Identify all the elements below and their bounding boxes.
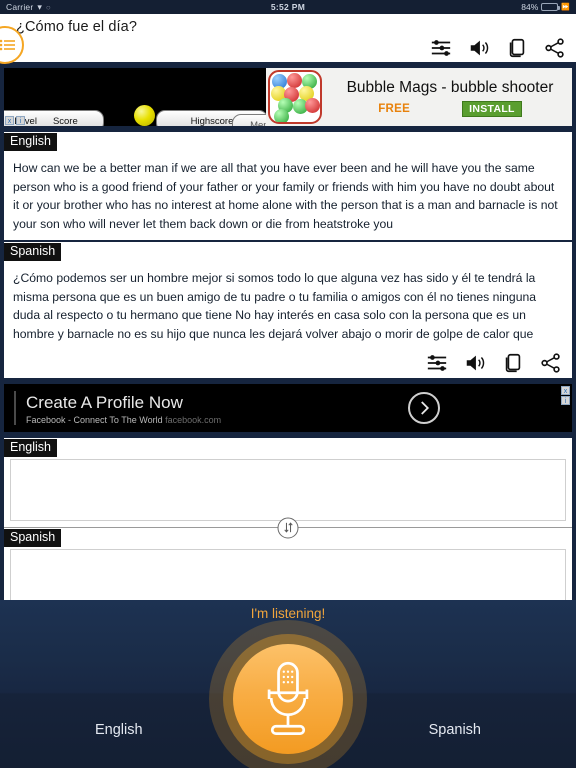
ad-game-preview: Level Score Highscore Menu x i: [4, 68, 266, 126]
ad-app-title: Bubble Mags - bubble shooter: [346, 78, 554, 96]
ad-banner-top[interactable]: Level Score Highscore Menu x i: [2, 66, 574, 128]
result-source-lang-label: English: [4, 133, 57, 151]
ad-price-label: FREE: [378, 102, 411, 115]
sliders-settings-icon[interactable]: [430, 37, 452, 59]
microphone-glyph: [267, 661, 309, 736]
ad-close-icon[interactable]: x: [5, 116, 14, 125]
ad-info-icon[interactable]: i: [16, 116, 25, 125]
share-icon[interactable]: [540, 352, 562, 374]
page-title: ¿Cómo fue el día?: [16, 19, 137, 35]
status-bar: Carrier ▾ ○ 5:52 PM 84% ⏩: [0, 0, 576, 14]
header-toolbar: [430, 37, 566, 59]
menu-list-glyph: [0, 39, 15, 51]
bubble-game-icon: [268, 70, 322, 124]
speaker-volume-icon[interactable]: [464, 352, 486, 374]
game-preview-hud: Level Score Highscore Menu: [4, 105, 266, 127]
swap-languages-icon[interactable]: [277, 517, 299, 538]
chevron-right-icon[interactable]: [408, 392, 440, 424]
ad-fb-badges: x i: [561, 386, 570, 405]
ad-fb-sub-text: Facebook - Connect To The World: [26, 414, 163, 425]
translation-inputs: English Spanish: [2, 436, 574, 619]
game-menu-label: Menu: [250, 119, 266, 127]
result-target-lang-label: Spanish: [4, 243, 62, 261]
input-target-lang-label: Spanish: [4, 529, 62, 547]
header-bar: ¿Cómo fue el día?: [0, 14, 576, 64]
result-toolbar: [4, 350, 572, 378]
game-bubble-icon: [134, 105, 155, 126]
battery-icon: [541, 3, 561, 11]
microphone-icon[interactable]: [233, 644, 343, 754]
ad-top-texts: Bubble Mags - bubble shooter FREE INSTAL…: [322, 78, 572, 117]
voice-lang-right-button[interactable]: Spanish: [429, 722, 481, 738]
ad-accent-bar: [14, 391, 16, 425]
ad-top-subrow: FREE INSTALL: [332, 100, 568, 117]
app-screen: Carrier ▾ ○ 5:52 PM 84% ⏩ ¿Cómo fue el d…: [0, 0, 576, 768]
ad-close-icon[interactable]: x: [561, 386, 570, 395]
source-text-input[interactable]: [10, 459, 566, 521]
translation-results: English How can we be a better man if we…: [2, 130, 574, 380]
input-source-block: English: [4, 438, 572, 521]
ad-top-badges: x i: [5, 116, 25, 125]
ad-banner-facebook[interactable]: Create A Profile Now Facebook - Connect …: [2, 382, 574, 434]
ad-fb-title: Create A Profile Now: [26, 392, 183, 412]
copy-icon[interactable]: [506, 37, 528, 59]
game-highscore-label: Highscore: [190, 115, 234, 127]
ad-info-icon[interactable]: i: [561, 396, 570, 405]
input-target-block: Spanish: [4, 528, 572, 611]
game-preview-menu: Menu: [232, 114, 266, 126]
speaker-volume-icon[interactable]: [468, 37, 490, 59]
swap-divider: [4, 517, 572, 538]
ad-fb-subtitle: Facebook - Connect To The World facebook…: [26, 415, 221, 425]
voice-lang-left-button[interactable]: English: [95, 722, 143, 738]
voice-input-bar: I'm listening! English Spanish: [0, 600, 576, 768]
ad-top-info[interactable]: Bubble Mags - bubble shooter FREE INSTAL…: [266, 68, 572, 126]
status-bar-clock: 5:52 PM: [270, 2, 306, 12]
result-source-text[interactable]: How can we be a better man if we are all…: [4, 151, 572, 240]
input-source-lang-label: English: [4, 439, 57, 457]
result-source-block: English How can we be a better man if we…: [4, 132, 572, 240]
ad-fb-texts: Create A Profile Now Facebook - Connect …: [26, 392, 221, 425]
share-icon[interactable]: [544, 37, 566, 59]
listening-status-label: I'm listening!: [250, 606, 326, 621]
ad-fb-domain: facebook.com: [165, 414, 222, 425]
sliders-settings-icon[interactable]: [426, 352, 448, 374]
copy-icon[interactable]: [502, 352, 524, 374]
result-target-text[interactable]: ¿Cómo podemos ser un hombre mejor si som…: [4, 261, 572, 350]
install-button[interactable]: INSTALL: [462, 100, 522, 117]
result-target-block: Spanish ¿Cómo podemos ser un hombre mejo…: [4, 242, 572, 350]
game-score-label: Score: [52, 115, 78, 127]
